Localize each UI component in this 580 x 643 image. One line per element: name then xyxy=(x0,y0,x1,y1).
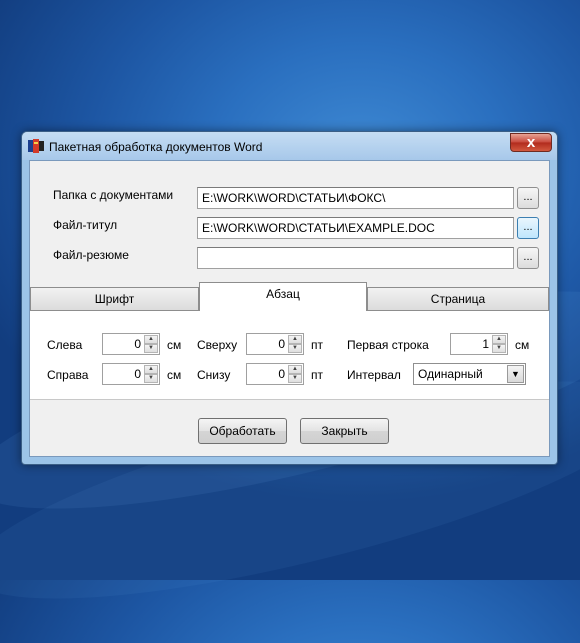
spin-down-icon[interactable]: ▼ xyxy=(492,344,506,353)
spin-up-icon[interactable]: ▲ xyxy=(144,335,158,344)
spin-down-icon[interactable]: ▼ xyxy=(144,344,158,353)
space-after-unit: пт xyxy=(311,368,323,382)
space-after-spinner[interactable]: 0 ▲ ▼ xyxy=(246,363,304,385)
tab-font[interactable]: Шрифт xyxy=(30,287,199,310)
chevron-down-icon[interactable]: ▼ xyxy=(507,365,524,383)
space-after-value: 0 xyxy=(278,367,285,381)
spin-up-icon[interactable]: ▲ xyxy=(492,335,506,344)
folder-browse-button[interactable]: ... xyxy=(517,187,539,209)
resume-file-label: Файл-резюме xyxy=(53,248,129,262)
process-button[interactable]: Обработать xyxy=(198,418,287,444)
interval-label: Интервал xyxy=(347,368,401,382)
spin-down-icon[interactable]: ▼ xyxy=(288,344,302,353)
spin-up-icon[interactable]: ▲ xyxy=(144,365,158,374)
right-indent-spinner[interactable]: 0 ▲ ▼ xyxy=(102,363,160,385)
app-icon xyxy=(28,139,44,153)
resume-file-browse-button[interactable]: ... xyxy=(517,247,539,269)
close-window-button[interactable]: x xyxy=(510,133,552,152)
spin-down-icon[interactable]: ▼ xyxy=(288,374,302,383)
space-after-label: Снизу xyxy=(197,368,231,382)
space-before-label: Сверху xyxy=(197,338,238,352)
title-file-browse-button[interactable]: ... xyxy=(517,217,539,239)
resume-file-input[interactable] xyxy=(197,247,514,269)
right-indent-unit: см xyxy=(167,368,182,382)
right-indent-label: Справа xyxy=(47,368,89,382)
title-bar[interactable]: Пакетная обработка документов Word x xyxy=(22,132,557,160)
interval-select[interactable]: Одинарный ▼ xyxy=(413,363,526,385)
right-indent-value: 0 xyxy=(134,367,141,381)
left-indent-value: 0 xyxy=(134,337,141,351)
folder-input[interactable]: E:\WORK\WORD\СТАТЬИ\ФОКС\ xyxy=(197,187,514,209)
space-before-value: 0 xyxy=(278,337,285,351)
first-line-spinner[interactable]: 1 ▲ ▼ xyxy=(450,333,508,355)
left-indent-label: Слева xyxy=(47,338,83,352)
close-icon: x xyxy=(526,134,536,151)
paragraph-tab-panel: Слева 0 ▲ ▼ см Справа 0 ▲ ▼ см Сверху 0 … xyxy=(30,310,549,400)
title-file-label: Файл-титул xyxy=(53,218,118,232)
space-before-spinner[interactable]: 0 ▲ ▼ xyxy=(246,333,304,355)
folder-label: Папка с документами xyxy=(53,188,174,202)
dialog-client-area: Папка с документами E:\WORK\WORD\СТАТЬИ\… xyxy=(29,160,550,457)
tab-paragraph[interactable]: Абзац xyxy=(199,282,367,311)
left-indent-unit: см xyxy=(167,338,182,352)
first-line-label: Первая строка xyxy=(347,338,429,352)
spin-down-icon[interactable]: ▼ xyxy=(144,374,158,383)
first-line-value: 1 xyxy=(482,337,489,351)
left-indent-spinner[interactable]: 0 ▲ ▼ xyxy=(102,333,160,355)
close-button[interactable]: Закрыть xyxy=(300,418,389,444)
title-file-input[interactable]: E:\WORK\WORD\СТАТЬИ\EXAMPLE.DOC xyxy=(197,217,514,239)
spin-up-icon[interactable]: ▲ xyxy=(288,335,302,344)
window-title: Пакетная обработка документов Word xyxy=(49,140,263,154)
first-line-unit: см xyxy=(515,338,530,352)
interval-selected-value: Одинарный xyxy=(418,367,483,381)
spin-up-icon[interactable]: ▲ xyxy=(288,365,302,374)
space-before-unit: пт xyxy=(311,338,323,352)
tab-page[interactable]: Страница xyxy=(367,287,549,310)
dialog-window: Пакетная обработка документов Word x Пап… xyxy=(21,131,558,465)
